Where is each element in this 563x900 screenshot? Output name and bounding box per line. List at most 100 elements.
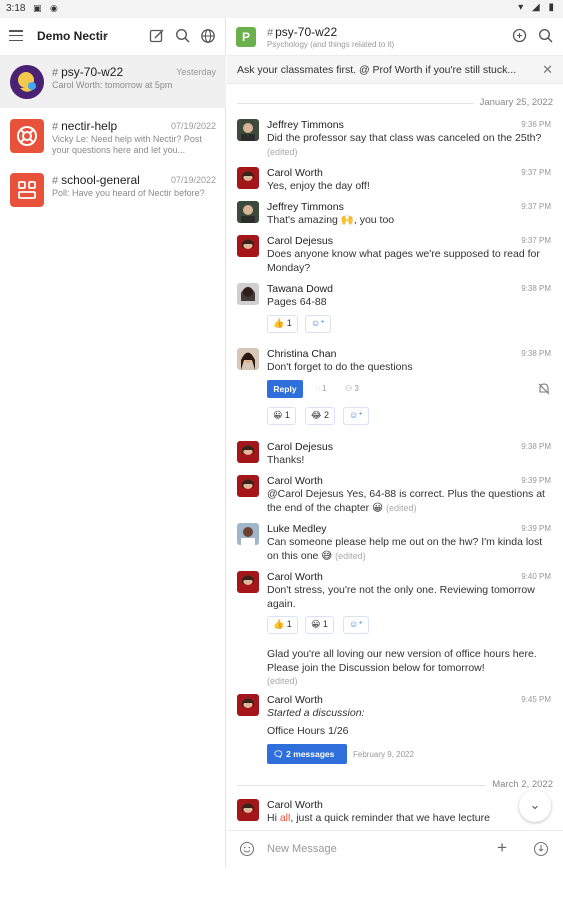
message-time: 9:38 PM	[521, 349, 551, 358]
avatar[interactable]	[237, 441, 259, 463]
message-text: Pages 64-88	[267, 296, 327, 308]
reaction-thumbs-up[interactable]: 👍 1	[267, 315, 298, 333]
message-time: 9:37 PM	[521, 168, 551, 177]
compose-icon[interactable]	[148, 27, 166, 45]
message-text: Don't forget to do the questions	[267, 361, 413, 373]
avatar[interactable]	[237, 348, 259, 370]
channel-badge: P	[236, 27, 256, 47]
avatar[interactable]	[237, 571, 259, 593]
channel-subtitle: Psychology (and things related to it)	[267, 40, 395, 49]
avatar[interactable]	[237, 475, 259, 497]
message-author[interactable]: Carol Worth	[267, 694, 323, 706]
pinned-banner[interactable]: Ask your classmates first. @ Prof Worth …	[227, 56, 563, 84]
message-text: @Carol Dejesus Yes, 64-88 is correct. Pl…	[267, 488, 545, 514]
system-navigation-bar	[0, 868, 563, 900]
date-separator: March 2, 2022	[237, 778, 553, 792]
message-composer: New Message +	[227, 830, 563, 868]
message-author[interactable]: Carol Worth	[267, 167, 323, 179]
message-text: Don't stress, you're not the only one. R…	[267, 584, 535, 610]
message-text: Hi all, just a quick reminder that we ha…	[267, 812, 490, 824]
avatar[interactable]	[237, 799, 259, 821]
chevron-down-icon[interactable]: ⌄	[101, 30, 109, 41]
discussion-messages-button[interactable]: 🗨 2 messages	[267, 744, 347, 764]
message-author[interactable]: Jeffrey Timmons	[267, 201, 344, 213]
followers-count[interactable]: ⚇ 3	[345, 384, 359, 393]
conversation-date: 07/19/2022	[170, 121, 216, 131]
plus-icon[interactable]: +	[497, 838, 507, 858]
conversation-sidebar: Demo Nectir ⌄ # psy-70-w22 Yesterday Caro…	[0, 18, 226, 868]
channel-title[interactable]: # psy-70-w22	[267, 25, 337, 39]
message-text: Can someone please help me out on the hw…	[267, 536, 543, 562]
channel-avatar	[10, 65, 44, 99]
menu-icon[interactable]	[9, 30, 23, 42]
sidebar-header: Demo Nectir ⌄	[0, 18, 225, 56]
message-text: Thanks!	[267, 454, 305, 466]
scroll-to-bottom-button[interactable]: ⌄	[519, 790, 551, 822]
message-time: 9:38 PM	[521, 284, 551, 293]
reaction-grin[interactable]: 😀 1	[267, 407, 296, 425]
search-icon[interactable]	[174, 27, 192, 45]
emoji-icon[interactable]	[239, 841, 255, 857]
reply-button[interactable]: Reply	[267, 380, 303, 398]
mention: all	[279, 812, 291, 824]
message-author[interactable]: Carol Worth	[267, 571, 323, 583]
reaction-grin[interactable]: 😀 1	[305, 616, 334, 634]
message-author[interactable]: Tawana Dowd	[267, 283, 333, 295]
avatar[interactable]	[237, 283, 259, 305]
message-input[interactable]: New Message	[267, 843, 337, 855]
globe-icon[interactable]	[199, 27, 217, 45]
search-icon[interactable]	[537, 27, 555, 45]
message-author[interactable]: Christina Chan	[267, 348, 336, 360]
replies-count[interactable]: ◌ 1	[315, 384, 326, 393]
message-text: Yes, enjoy the day off!	[267, 180, 370, 192]
close-icon[interactable]: ✕	[542, 62, 553, 78]
message-author[interactable]: Luke Medley	[267, 523, 327, 535]
conversation-date: Yesterday	[176, 67, 216, 77]
status-time: 3:18	[6, 3, 26, 14]
conversation-name: # nectir-help	[52, 119, 118, 133]
status-system-icons: ▾ ◢ ▮	[518, 2, 557, 13]
mute-bell-icon[interactable]	[537, 382, 551, 396]
group-icon	[10, 173, 44, 207]
channel-header: P # psy-70-w22 Psychology (and things rel…	[227, 18, 563, 56]
avatar[interactable]	[237, 235, 259, 257]
message-text: Did the professor say that class was can…	[267, 132, 542, 157]
conversation-item[interactable]: # psy-70-w22 Yesterday Carol Worth: tomor…	[0, 56, 226, 108]
workspace-name[interactable]: Demo Nectir	[37, 29, 108, 43]
message-time: 9:39 PM	[521, 524, 551, 533]
conversation-date: 07/19/2022	[170, 175, 216, 185]
discussion-date: February 9, 2022	[353, 750, 414, 759]
message-feed[interactable]: January 25, 2022 Jeffrey Timmons 9:36 PM…	[227, 84, 563, 828]
add-reaction-icon[interactable]: ☺⁺	[305, 315, 331, 333]
avatar[interactable]	[237, 167, 259, 189]
thread-search-icon[interactable]	[511, 27, 529, 45]
avatar[interactable]	[237, 694, 259, 716]
chevron-down-icon: ⌄	[529, 797, 541, 812]
message-author[interactable]: Jeffrey Timmons	[267, 119, 344, 131]
message-author[interactable]: Carol Dejesus	[267, 441, 333, 453]
message-text: That's amazing 🙌, you too	[267, 214, 395, 226]
conversation-name: # school-general	[52, 173, 140, 187]
pinned-text: Ask your classmates first. @ Prof Worth …	[237, 64, 517, 76]
conversation-preview: Carol Worth: tomorrow at 5pm	[52, 80, 173, 90]
message-time: 9:39 PM	[521, 476, 551, 485]
lifebuoy-icon	[10, 119, 44, 153]
add-reaction-icon[interactable]: ☺⁺	[343, 407, 369, 425]
conversation-item[interactable]: # school-general 07/19/2022 Poll: Have yo…	[0, 164, 226, 216]
avatar[interactable]	[237, 119, 259, 141]
avatar[interactable]	[237, 523, 259, 545]
channel-panel: P # psy-70-w22 Psychology (and things rel…	[227, 18, 563, 868]
message-time: 9:36 PM	[521, 120, 551, 129]
reaction-thumbs-up[interactable]: 👍 1	[267, 616, 298, 634]
message-text: Glad you're all loving our new version o…	[267, 648, 537, 686]
add-reaction-icon[interactable]: ☺⁺	[343, 616, 369, 634]
reaction-laugh[interactable]: 😂 2	[305, 407, 336, 425]
voice-icon[interactable]	[533, 841, 549, 857]
message-author[interactable]: Carol Worth	[267, 799, 323, 811]
conversation-item[interactable]: # nectir-help 07/19/2022 Vicky Le: Need h…	[0, 110, 226, 162]
message-author[interactable]: Carol Dejesus	[267, 235, 333, 247]
chat-icon: 🗨	[273, 749, 284, 759]
message-author[interactable]: Carol Worth	[267, 475, 323, 487]
conversation-name: # psy-70-w22	[52, 65, 124, 79]
avatar[interactable]	[237, 201, 259, 223]
